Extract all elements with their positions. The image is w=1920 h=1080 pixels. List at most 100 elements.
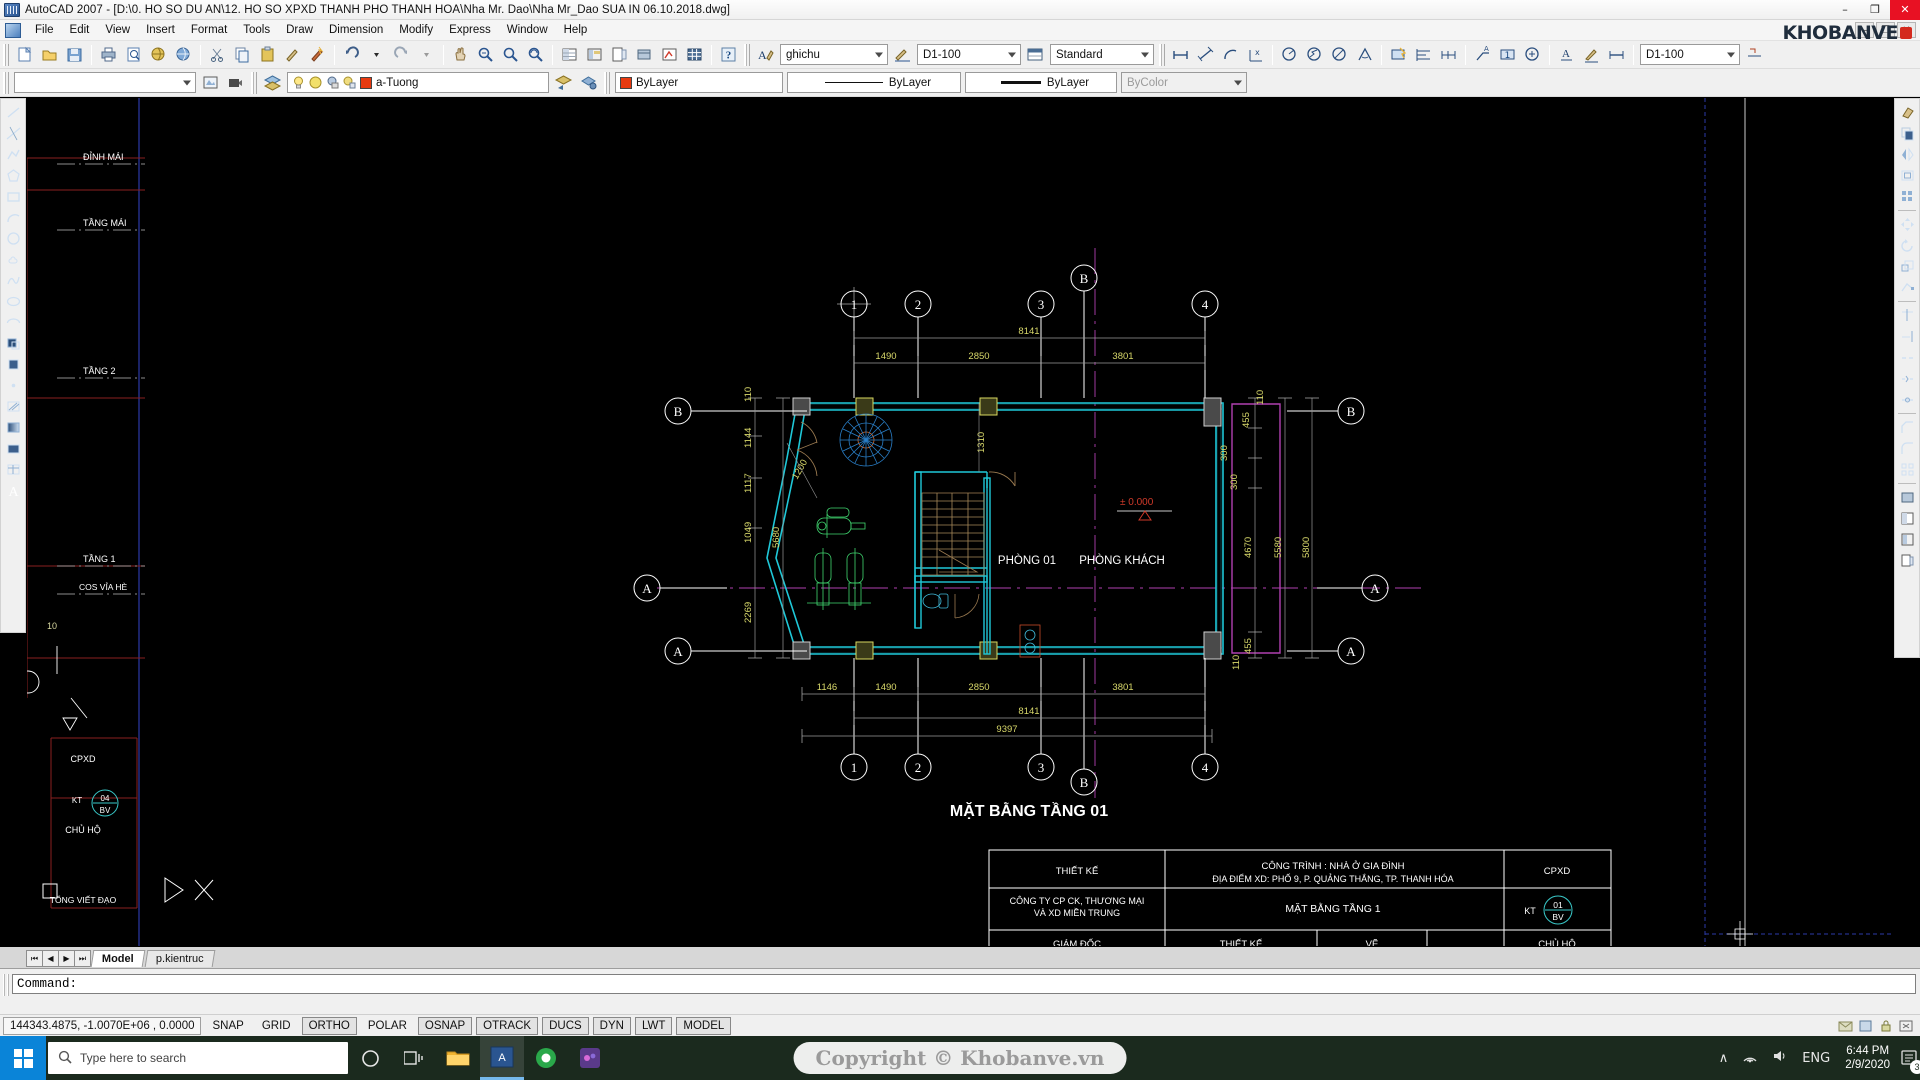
dim-style-icon[interactable] — [891, 43, 914, 66]
floor-plan-drawing[interactable]: ĐỈNH MÁI TẦNG MÁI TẦNG 2 TẦNG 1 COS VỈA … — [27, 98, 1893, 950]
properties-panel-icon[interactable] — [1896, 508, 1918, 529]
toolbar-grip[interactable] — [251, 71, 257, 94]
layer-lock-icon[interactable] — [325, 75, 340, 90]
file-explorer-icon[interactable] — [436, 1036, 480, 1080]
continue-dimension-icon[interactable] — [1437, 43, 1460, 66]
design-center-panel-icon[interactable] — [1896, 529, 1918, 550]
status-toggle-ortho[interactable]: ORTHO — [301, 1016, 357, 1035]
lock-toolbars-icon[interactable] — [1878, 1018, 1894, 1034]
zoom-window-icon[interactable] — [499, 43, 522, 66]
autocad-taskbar-icon[interactable]: A — [480, 1036, 524, 1080]
table-icon[interactable] — [683, 43, 706, 66]
status-toggle-osnap[interactable]: OSNAP — [417, 1016, 473, 1035]
toolbar-grip[interactable] — [744, 43, 750, 66]
named-views-select[interactable] — [14, 72, 196, 93]
rectangle-icon[interactable] — [2, 186, 24, 207]
angular-dimension-icon[interactable] — [1353, 43, 1376, 66]
taskbar-search-input[interactable]: Type here to search — [48, 1042, 348, 1074]
pan-icon[interactable] — [449, 43, 472, 66]
table-draw-icon[interactable] — [2, 459, 24, 480]
help-icon[interactable]: ? — [717, 43, 740, 66]
zoom-realtime-icon[interactable] — [474, 43, 497, 66]
named-views-manager-icon[interactable] — [199, 71, 222, 94]
line-icon[interactable] — [2, 102, 24, 123]
dimension-text-edit-icon[interactable] — [1580, 43, 1603, 66]
quick-calc-icon[interactable] — [306, 43, 329, 66]
markup-icon[interactable] — [658, 43, 681, 66]
status-toggle-dyn[interactable]: DYN — [592, 1016, 631, 1035]
match-properties-icon[interactable] — [281, 43, 304, 66]
dimension-style-manager-icon[interactable] — [1743, 43, 1766, 66]
network-icon[interactable] — [1742, 1049, 1758, 1067]
photoshop-icon[interactable] — [568, 1036, 612, 1080]
menu-express[interactable]: Express — [441, 22, 499, 38]
tab-model[interactable]: Model — [90, 950, 146, 967]
command-input[interactable]: Command: — [12, 974, 1916, 994]
taskbar-clock[interactable]: 6:44 PM 2/9/2020 — [1845, 1044, 1890, 1072]
open-icon[interactable] — [38, 43, 61, 66]
arc-icon[interactable] — [2, 207, 24, 228]
design-center-icon[interactable] — [583, 43, 606, 66]
menu-window[interactable]: Window — [499, 22, 556, 38]
baseline-dimension-icon[interactable] — [1412, 43, 1435, 66]
menu-draw[interactable]: Draw — [278, 22, 321, 38]
diameter-dimension-icon[interactable] — [1328, 43, 1351, 66]
hatch-icon[interactable] — [2, 396, 24, 417]
toolbar-grip[interactable] — [3, 71, 9, 94]
drawing-canvas[interactable]: ĐỈNH MÁI TẦNG MÁI TẦNG 2 TẦNG 1 COS VỈA … — [27, 98, 1893, 950]
toolbar-grip[interactable] — [3, 43, 9, 66]
erase-icon[interactable] — [1896, 102, 1918, 123]
redo-dropdown-icon[interactable] — [415, 43, 438, 66]
explode-icon[interactable] — [1896, 459, 1918, 480]
lineweight-control[interactable]: ByLayer — [965, 72, 1117, 93]
dim-style-select[interactable]: D1-100 — [917, 44, 1021, 65]
multiline-text-icon[interactable]: A — [2, 480, 24, 501]
clean-screen-icon[interactable] — [1898, 1018, 1914, 1034]
notification-center-icon[interactable]: 3 — [1898, 1043, 1920, 1074]
menu-help[interactable]: Help — [556, 22, 596, 38]
text-style-select[interactable]: ghichu — [780, 44, 888, 65]
status-toggle-model[interactable]: MODEL — [676, 1016, 732, 1035]
stretch-icon[interactable] — [1896, 277, 1918, 298]
fillet-icon[interactable] — [1896, 438, 1918, 459]
trim-icon[interactable] — [1896, 305, 1918, 326]
tab-p-kientruc[interactable]: p.kientruc — [144, 950, 215, 967]
communication-center-icon[interactable] — [1838, 1018, 1854, 1034]
move-icon[interactable] — [1896, 214, 1918, 235]
status-toggle-otrack[interactable]: OTRACK — [476, 1016, 539, 1035]
extend-icon[interactable] — [1896, 326, 1918, 347]
make-object-layer-current-icon[interactable] — [577, 71, 600, 94]
save-icon[interactable] — [63, 43, 86, 66]
quick-leader-icon[interactable]: A — [1471, 43, 1494, 66]
text-style-icon[interactable]: A — [754, 43, 777, 66]
polygon-icon[interactable] — [2, 165, 24, 186]
menu-edit[interactable]: Edit — [62, 22, 98, 38]
sheet-set-manager-icon[interactable] — [1896, 487, 1918, 508]
tool-palettes-icon[interactable] — [608, 43, 631, 66]
break-icon[interactable] — [1896, 368, 1918, 389]
status-toggle-grid[interactable]: GRID — [255, 1017, 298, 1035]
cut-icon[interactable] — [206, 43, 229, 66]
toolbar-grip[interactable] — [604, 71, 610, 94]
command-window-grip[interactable] — [3, 974, 10, 996]
floor-plan-group[interactable]: ± 0.000 PHÒNG 01 PHÒNG KHÁCH 1 2 3 4 B 1… — [633, 248, 1427, 820]
construction-line-icon[interactable] — [2, 123, 24, 144]
quick-dimension-icon[interactable] — [1387, 43, 1410, 66]
menu-format[interactable]: Format — [183, 22, 235, 38]
browser-icon[interactable] — [524, 1036, 568, 1080]
spline-icon[interactable] — [2, 270, 24, 291]
copy-object-icon[interactable] — [1896, 123, 1918, 144]
revision-cloud-icon[interactable] — [2, 249, 24, 270]
properties-icon[interactable] — [558, 43, 581, 66]
status-toggle-snap[interactable]: SNAP — [205, 1017, 250, 1035]
menu-dimension[interactable]: Dimension — [321, 22, 391, 38]
menu-tools[interactable]: Tools — [235, 22, 278, 38]
offset-icon[interactable] — [1896, 165, 1918, 186]
menu-insert[interactable]: Insert — [138, 22, 183, 38]
status-toggle-lwt[interactable]: LWT — [634, 1016, 673, 1035]
menu-modify[interactable]: Modify — [391, 22, 441, 38]
language-indicator[interactable]: ENG — [1802, 1051, 1830, 1066]
tolerance-icon[interactable]: 1 — [1496, 43, 1519, 66]
tab-prev-icon[interactable]: ◀ — [42, 950, 59, 967]
copy-icon[interactable] — [231, 43, 254, 66]
